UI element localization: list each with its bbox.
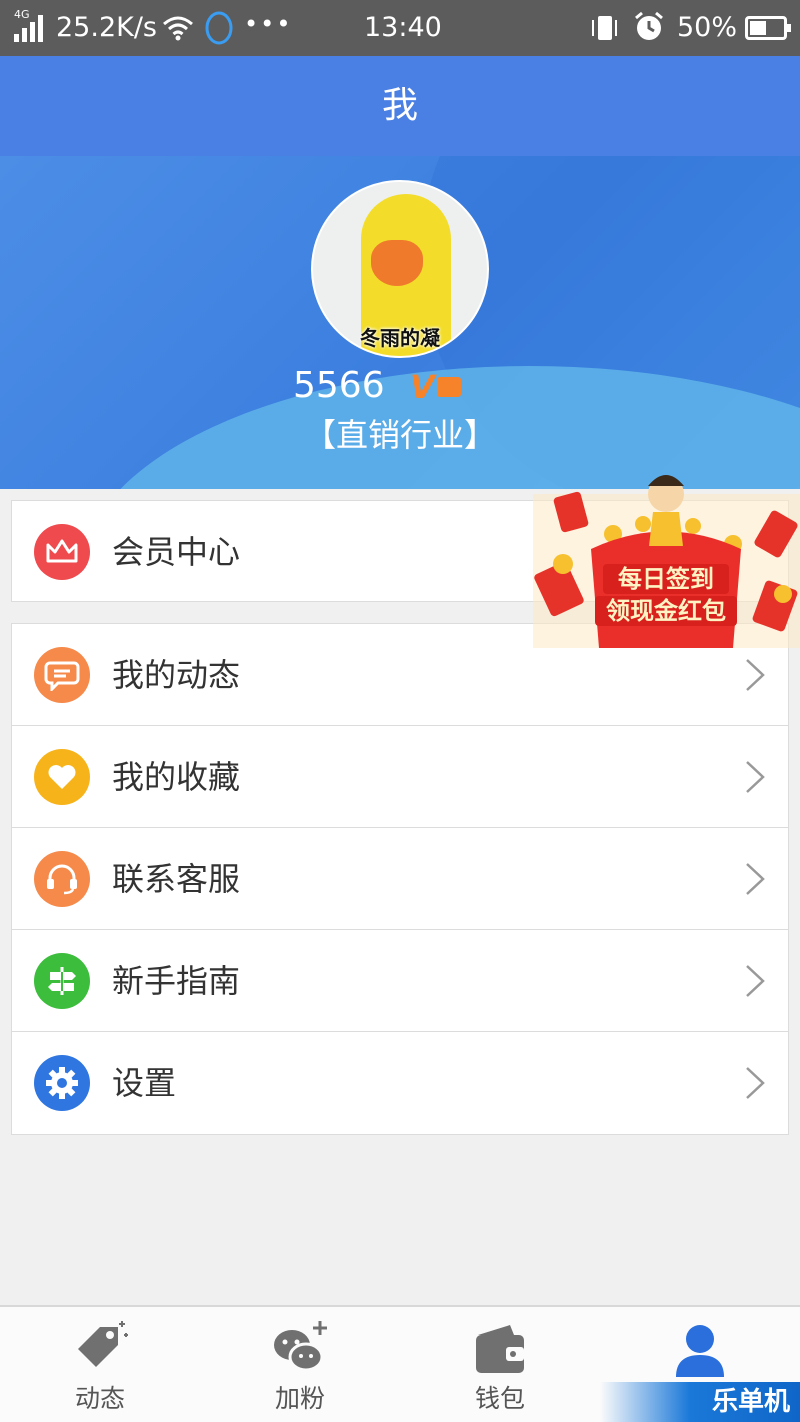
wechat-add-icon [274,1321,327,1372]
avatar[interactable]: 冬雨的凝 [311,180,489,358]
promo-line1: 每日签到 [618,565,714,593]
menu-item-customer-service[interactable]: 联系客服 [12,828,788,930]
network-speed: 25.2K/s [56,12,157,43]
chat-bubble-icon [34,647,90,703]
profile-hero: 冬雨的凝 5566 V 【直销行业】 [0,156,800,489]
chevron-right-icon [746,761,765,793]
qq-icon [205,11,233,45]
tab-label: 动态 [74,1384,125,1413]
user-icon [676,1325,724,1377]
signpost-icon [34,953,90,1009]
vip-tag [436,377,462,397]
username: 5566 [293,365,385,406]
alarm-icon [635,11,663,40]
promo-line2: 领现金红包 [606,597,726,625]
battery-icon [745,16,791,40]
tab-label: 加粉 [274,1384,325,1413]
industry-label: 【直销行业】 [303,416,496,454]
menu-label: 联系客服 [112,860,241,898]
menu-item-settings[interactable]: 设置 [12,1032,788,1134]
status-bar: 4G 25.2K/s ••• 13:40 50% [0,0,800,56]
menu-item-my-favorites[interactable]: 我的收藏 [12,726,788,828]
menu-label: 新手指南 [112,962,241,1000]
headset-icon [34,851,90,907]
tag-icon [78,1321,128,1367]
chevron-right-icon [746,863,765,895]
crown-icon [34,524,90,580]
menu-list: 我的动态 我的收藏 联系客服 新手指南 设置 [11,623,789,1135]
watermark: 乐单机 [600,1382,800,1422]
more-indicator: ••• [244,10,293,38]
signal-icon [14,14,50,42]
menu-label: 我的动态 [112,656,241,694]
vip-badge: V [410,368,462,406]
vibrate-icon [592,16,617,40]
tab-add-fans[interactable]: 加粉 [200,1307,400,1422]
menu-label: 设置 [112,1064,177,1102]
vip-icon: V [410,368,435,406]
tab-label: 钱包 [474,1384,525,1413]
page-title: 我 [0,56,800,156]
chevron-right-icon [746,659,765,691]
wifi-icon [163,16,193,41]
wallet-icon [476,1325,524,1373]
heart-icon [34,749,90,805]
gear-icon [34,1055,90,1111]
tab-dynamics[interactable]: 动态 [0,1307,200,1422]
daily-checkin-banner[interactable]: 每日签到 领现金红包 [533,454,800,648]
clock: 13:40 [364,12,442,43]
tab-wallet[interactable]: 钱包 [400,1307,600,1422]
menu-item-beginner-guide[interactable]: 新手指南 [12,930,788,1032]
menu-label: 会员中心 [112,533,241,571]
menu-label: 我的收藏 [112,758,241,796]
chevron-right-icon [746,965,765,997]
avatar-caption: 冬雨的凝 [360,326,440,350]
chevron-right-icon [746,1067,765,1099]
battery-percent: 50% [677,12,738,43]
